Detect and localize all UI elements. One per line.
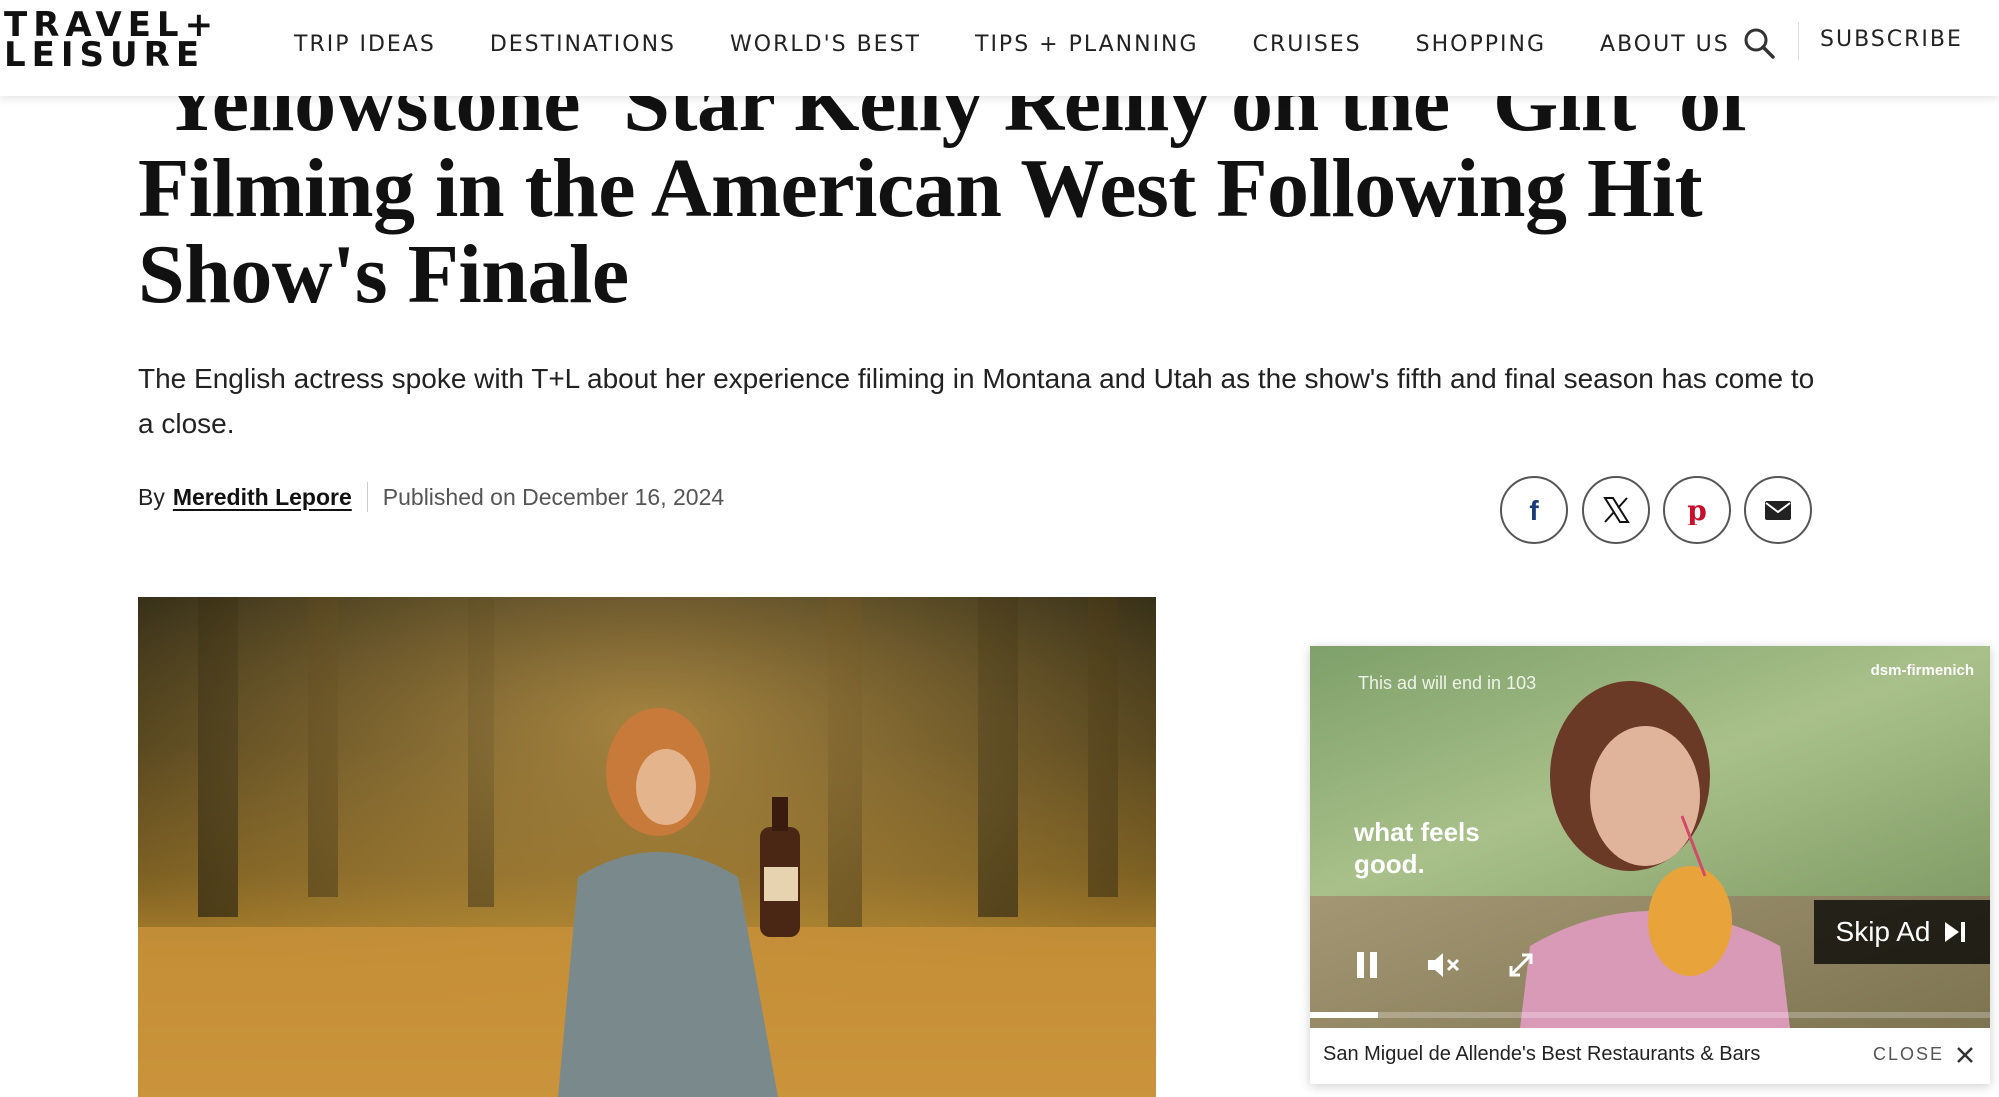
nav-destinations[interactable]: DESTINATIONS bbox=[490, 32, 676, 57]
ad-close-label: CLOSE bbox=[1872, 1044, 1944, 1064]
x-icon bbox=[1603, 497, 1630, 523]
main-nav: TRIP IDEAS DESTINATIONS WORLD'S BEST TIP… bbox=[294, 0, 1784, 88]
ad-progress-fill bbox=[1310, 1012, 1378, 1018]
byline-prefix: By bbox=[138, 483, 165, 510]
author-link[interactable]: Meredith Lepore bbox=[173, 484, 352, 511]
nav-divider bbox=[1798, 22, 1799, 60]
site-logo[interactable]: TRAVEL+ LEISURE bbox=[4, 8, 244, 72]
share-x-button[interactable] bbox=[1582, 476, 1650, 544]
search-icon[interactable] bbox=[1742, 26, 1776, 60]
nav-about-us[interactable]: ABOUT US bbox=[1600, 32, 1730, 57]
subscribe-link[interactable]: SUBSCRIBE bbox=[1820, 27, 1963, 52]
nav-cruises[interactable]: CRUISES bbox=[1253, 32, 1362, 57]
nav-worlds-best[interactable]: WORLD'S BEST bbox=[730, 32, 921, 57]
byline-divider bbox=[366, 482, 368, 512]
fullscreen-icon[interactable] bbox=[1506, 950, 1536, 985]
close-icon bbox=[1957, 1046, 1973, 1063]
nav-trip-ideas[interactable]: TRIP IDEAS bbox=[294, 32, 436, 57]
email-icon bbox=[1765, 501, 1791, 520]
byline: By Meredith Lepore Published on December… bbox=[138, 482, 724, 512]
nav-tips-planning[interactable]: TIPS + PLANNING bbox=[975, 32, 1199, 57]
ad-timer: This ad will end in 103 bbox=[1358, 673, 1537, 693]
ad-video-frame[interactable]: This ad will end in 103 dsm-firmenich wh… bbox=[1310, 646, 1990, 1028]
ad-tagline: what feels good. bbox=[1354, 817, 1480, 879]
hero-image bbox=[138, 597, 1156, 1097]
nav-shopping[interactable]: SHOPPING bbox=[1416, 32, 1546, 57]
ad-close-button[interactable]: CLOSE bbox=[1873, 1044, 1974, 1065]
pause-icon[interactable] bbox=[1354, 950, 1380, 985]
share-facebook-button[interactable]: f bbox=[1500, 476, 1568, 544]
publish-date: Published on December 16, 2024 bbox=[382, 483, 725, 510]
ad-progress-bar[interactable] bbox=[1310, 1012, 1990, 1018]
ad-footer: San Miguel de Allende's Best Restaurants… bbox=[1310, 1028, 1990, 1084]
ad-brand: dsm-firmenich bbox=[1870, 662, 1974, 679]
article-dek: The English actress spoke with T+L about… bbox=[138, 363, 1815, 439]
video-ad: This ad will end in 103 dsm-firmenich wh… bbox=[1310, 646, 1990, 1084]
share-email-button[interactable] bbox=[1744, 476, 1812, 544]
skip-ad-label: Skip Ad bbox=[1835, 916, 1931, 947]
share-pinterest-button[interactable]: p bbox=[1663, 476, 1731, 544]
svg-text:f: f bbox=[1529, 495, 1539, 525]
skip-ad-button[interactable]: Skip Ad bbox=[1814, 900, 1990, 964]
facebook-icon: f bbox=[1529, 495, 1539, 525]
pinterest-icon: p bbox=[1687, 495, 1707, 525]
mute-icon[interactable] bbox=[1426, 950, 1462, 985]
ad-caption-link[interactable]: San Miguel de Allende's Best Restaurants… bbox=[1323, 1043, 1760, 1066]
site-header: TRAVEL+ LEISURE TRIP IDEAS DESTINATIONS … bbox=[0, 0, 1999, 96]
svg-text:p: p bbox=[1687, 495, 1707, 525]
article-headline: 'Yellowstone' Star Kelly Reilly on the '… bbox=[138, 56, 1748, 321]
skip-next-icon bbox=[1945, 922, 1966, 942]
